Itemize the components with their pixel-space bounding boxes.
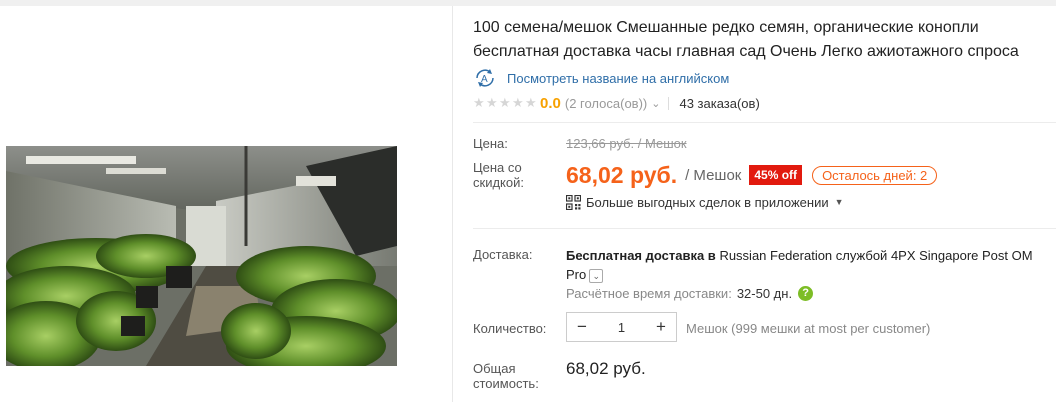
app-deals-text: Больше выгодных сделок в приложении [586, 194, 829, 210]
translate-row[interactable]: А Посмотреть название на английском [473, 68, 729, 88]
rating-value: 0.0 [540, 94, 561, 112]
old-price: 123,66 руб. / Мешок [566, 136, 687, 151]
delivery-time-row: Расчётное время доставки: 32-50 дн. ? [566, 286, 814, 301]
total-label: Общая стоимость: [473, 361, 539, 391]
decrease-quantity-button[interactable]: − [567, 313, 597, 341]
free-shipping-text: Бесплатная доставка в [566, 248, 716, 263]
translate-title-link[interactable]: Посмотреть название на английском [507, 71, 729, 86]
star-icon: ★ [486, 95, 498, 110]
divider [473, 228, 1056, 229]
star-icon: ★ [499, 95, 511, 110]
shipping-carrier-prefix: службой [835, 248, 888, 263]
rating-row: ★ ★ ★ ★ ★ 0.0 (2 голоса(ов)) ⌄ 43 заказа… [473, 92, 760, 114]
quantity-label: Количество: [473, 321, 547, 336]
help-icon[interactable]: ? [798, 286, 814, 301]
product-title: 100 семена/мешок Смешанные редко семян, … [473, 16, 1056, 64]
product-info: 100 семена/мешок Смешанные редко семян, … [473, 16, 1056, 391]
price-unit: / Мешок [685, 166, 742, 184]
shipping-carrier[interactable]: 4PX Singapore Post OM [891, 248, 1033, 263]
translate-icon: А [476, 69, 494, 87]
delivery-time-label: Расчётное время доставки: [566, 286, 732, 301]
shipping-destination[interactable]: Russian Federation [719, 248, 832, 263]
discount-price: 68,02 руб. [566, 161, 678, 188]
quantity-note: Мешок (999 мешки at most per customer) [686, 321, 931, 336]
days-left-badge: Осталось дней: 2 [812, 165, 938, 185]
star-icon: ★ [525, 95, 537, 110]
product-photo[interactable] [6, 146, 397, 366]
product-title-line: 100 семена/мешок Смешанные редко семян, … [473, 19, 979, 36]
total-value: 68,02 руб. [566, 359, 646, 378]
app-deals-link[interactable]: Больше выгодных сделок в приложении ▼ [566, 192, 844, 212]
discount-price-label: Цена со скидкой: [473, 160, 524, 190]
votes-count[interactable]: (2 голоса(ов)) [565, 96, 647, 111]
shipping-carrier-suffix[interactable]: Pro [566, 267, 586, 282]
increase-quantity-button[interactable]: + [646, 313, 676, 341]
shipping-label: Доставка: [473, 247, 533, 262]
chevron-down-icon[interactable]: ⌄ [651, 97, 660, 110]
quantity-input[interactable] [597, 313, 646, 341]
discount-badge: 45% off [749, 165, 803, 185]
delivery-time-value: 32-50 дн. [736, 286, 793, 301]
product-title-line: бесплатная доставка часы главная сад Оче… [473, 43, 1019, 60]
discount-price-row: 68,02 руб. / Мешок 45% off Осталось дней… [566, 159, 938, 191]
star-rating[interactable]: ★ ★ ★ ★ ★ [473, 95, 538, 111]
caret-down-icon: ▼ [834, 197, 844, 207]
divider [668, 96, 670, 110]
image-divider [452, 6, 453, 402]
qr-code-icon [566, 194, 581, 210]
divider [473, 122, 1056, 123]
quantity-stepper: − + [566, 312, 677, 342]
orders-count: 43 заказа(ов) [679, 95, 760, 111]
star-icon: ★ [512, 95, 524, 110]
shipping-info: Бесплатная доставка в Russian Federation… [566, 246, 1056, 284]
chevron-down-icon[interactable]: ⌄ [589, 268, 604, 283]
price-label: Цена: [473, 136, 508, 151]
star-icon: ★ [473, 95, 485, 110]
svg-text:А: А [481, 74, 488, 85]
